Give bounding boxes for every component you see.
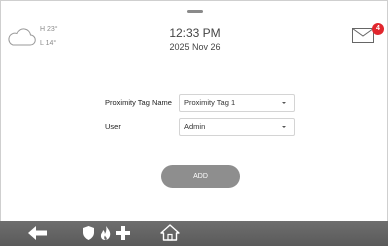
back-button[interactable] <box>28 226 48 245</box>
user-select[interactable]: Admin <box>179 118 295 136</box>
home-button[interactable] <box>160 224 180 246</box>
medical-button[interactable] <box>116 226 130 245</box>
chevron-down-icon <box>282 126 286 128</box>
home-icon <box>160 224 180 241</box>
medical-cross-icon <box>116 226 130 240</box>
pull-down-handle[interactable] <box>187 10 203 13</box>
unread-count-badge: 4 <box>372 23 384 35</box>
chevron-down-icon <box>282 102 286 104</box>
temperature-low: L 14° <box>40 40 57 47</box>
security-button[interactable] <box>83 226 94 245</box>
shield-icon <box>83 226 94 240</box>
proximity-tag-selected-value: Proximity Tag 1 <box>184 98 236 107</box>
back-arrow-icon <box>28 226 47 240</box>
user-label: User <box>105 122 121 131</box>
clock: 12:33 PM 2025 Nov 26 <box>151 26 239 53</box>
cloud-icon <box>8 28 36 46</box>
app-window: H 23° L 14° 12:33 PM 2025 Nov 26 4 Proxi… <box>0 0 388 246</box>
proximity-tag-name-label: Proximity Tag Name <box>105 98 172 107</box>
clock-date: 2025 Nov 26 <box>169 42 221 52</box>
clock-time: 12:33 PM <box>169 26 221 40</box>
weather-widget[interactable]: H 23° L 14° <box>6 23 66 53</box>
envelope-icon <box>352 28 374 43</box>
user-selected-value: Admin <box>184 122 206 131</box>
bottom-navigation-bar <box>0 221 388 246</box>
temperature-high: H 23° <box>40 26 58 33</box>
proximity-tag-select[interactable]: Proximity Tag 1 <box>179 94 295 112</box>
flame-icon <box>100 226 111 240</box>
messages-button[interactable]: 4 <box>350 23 384 47</box>
add-button[interactable]: ADD <box>161 165 240 188</box>
fire-button[interactable] <box>100 226 111 245</box>
